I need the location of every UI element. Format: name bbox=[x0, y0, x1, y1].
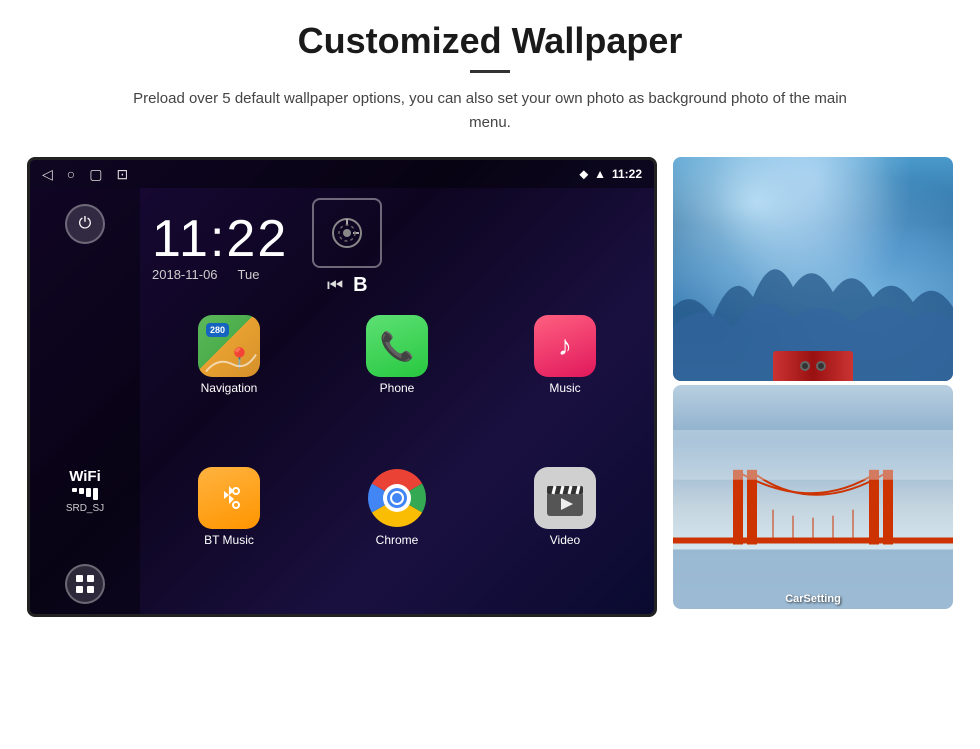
time-section: 11:22 2018-11-06 Tue bbox=[148, 198, 646, 297]
power-button[interactable]: ⏻ bbox=[65, 204, 105, 244]
music-icon: ♪ bbox=[534, 315, 596, 377]
back-icon: ◁ bbox=[42, 166, 53, 183]
status-bar: ◁ ○ ▢ ⊡ ⬥ ▲ 11:22 bbox=[30, 160, 654, 188]
wifi-bar-3 bbox=[86, 488, 91, 497]
app-item-phone[interactable]: 📞 Phone bbox=[316, 309, 478, 455]
wifi-label: WiFi bbox=[66, 468, 104, 485]
media-controls: ⏮ B bbox=[327, 274, 368, 297]
wifi-bar-1 bbox=[72, 488, 77, 492]
recents-icon: ▢ bbox=[89, 166, 102, 183]
bt-music-label: BT Music bbox=[204, 533, 254, 547]
wallpaper-previews: CarSetting bbox=[673, 157, 953, 609]
bt-music-icon bbox=[198, 467, 260, 529]
wifi-icon: ▲ bbox=[594, 167, 606, 181]
android-screen: ◁ ○ ▢ ⊡ ⬥ ▲ 11:22 ⏻ WiFi bbox=[27, 157, 657, 617]
media-section: ⏮ B bbox=[312, 198, 382, 297]
location-icon: ⬥ bbox=[580, 167, 588, 182]
date-text: 2018-11-06 bbox=[152, 267, 218, 282]
chrome-label: Chrome bbox=[376, 533, 419, 547]
wallpaper-preview-ice[interactable] bbox=[673, 157, 953, 381]
video-icon bbox=[534, 467, 596, 529]
apps-grid-button[interactable] bbox=[65, 564, 105, 604]
app-item-chrome[interactable]: Chrome bbox=[316, 461, 478, 607]
skip-prev-icon[interactable]: ⏮ bbox=[327, 275, 343, 296]
app-item-navigation[interactable]: 280 📍 Navigation bbox=[148, 309, 310, 455]
title-divider bbox=[470, 70, 510, 73]
home-icon: ○ bbox=[67, 166, 75, 182]
video-label: Video bbox=[550, 533, 580, 547]
status-bar-right: ⬥ ▲ 11:22 bbox=[580, 167, 642, 182]
carsetting-label: CarSetting bbox=[673, 593, 953, 605]
wifi-bar-2 bbox=[79, 488, 84, 494]
phone-label: Phone bbox=[380, 381, 415, 395]
bluetooth-label: B bbox=[353, 274, 367, 297]
media-icon-box bbox=[312, 198, 382, 268]
app-item-bt-music[interactable]: BT Music bbox=[148, 461, 310, 607]
page-subtitle: Preload over 5 default wallpaper options… bbox=[130, 87, 850, 135]
phone-icon: 📞 bbox=[366, 315, 428, 377]
wallpaper-preview-bridge[interactable]: CarSetting bbox=[673, 385, 953, 609]
day-text: Tue bbox=[238, 267, 260, 282]
nav-road-badge: 280 bbox=[206, 323, 229, 337]
music-label: Music bbox=[549, 381, 580, 395]
navigation-label: Navigation bbox=[201, 381, 258, 395]
center-content: 11:22 2018-11-06 Tue bbox=[140, 188, 654, 614]
sidebar: ⏻ WiFi SRD_SJ bbox=[30, 188, 140, 614]
app-grid: 280 📍 Navigation 📞 bbox=[148, 309, 646, 606]
cassette-device bbox=[773, 351, 853, 381]
time-display: 11:22 bbox=[152, 213, 288, 265]
main-content: ◁ ○ ▢ ⊡ ⬥ ▲ 11:22 ⏻ WiFi bbox=[40, 157, 940, 617]
wifi-info: WiFi SRD_SJ bbox=[66, 468, 104, 514]
wifi-signal-bars bbox=[66, 488, 104, 500]
screenshot-icon: ⊡ bbox=[116, 166, 128, 183]
wifi-ssid: SRD_SJ bbox=[66, 503, 104, 514]
status-bar-left: ◁ ○ ▢ ⊡ bbox=[42, 166, 128, 183]
app-item-video[interactable]: Video bbox=[484, 461, 646, 607]
screen-body: ⏻ WiFi SRD_SJ bbox=[30, 188, 654, 614]
page-title: Customized Wallpaper bbox=[298, 20, 683, 62]
chrome-icon bbox=[366, 467, 428, 529]
status-time: 11:22 bbox=[612, 167, 642, 181]
navigation-icon: 280 📍 bbox=[198, 315, 260, 377]
app-item-music[interactable]: ♪ Music bbox=[484, 309, 646, 455]
wifi-bar-4 bbox=[93, 488, 98, 500]
